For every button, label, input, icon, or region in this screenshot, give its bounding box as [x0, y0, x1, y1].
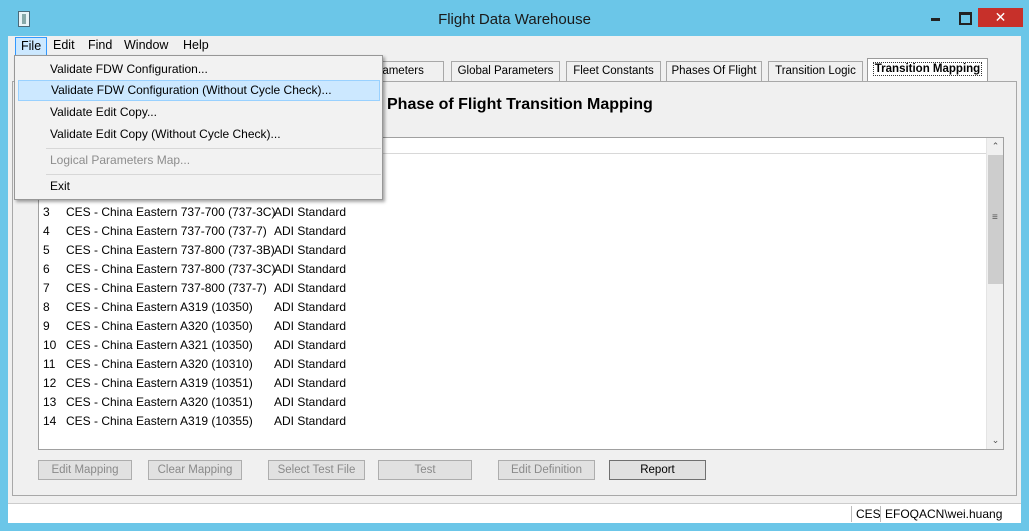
- menu-edit[interactable]: Edit: [48, 37, 80, 56]
- scroll-thumb[interactable]: ≡: [988, 155, 1003, 284]
- row-number: 3: [43, 205, 50, 219]
- row-fleet: CES - China Eastern 737-800 (737-3C): [66, 262, 276, 276]
- tab-phases-of-flight[interactable]: Phases Of Flight: [666, 61, 762, 81]
- test-button[interactable]: Test: [378, 460, 472, 480]
- status-user: EFOQACN\wei.huang: [885, 507, 1003, 521]
- select-test-file-button[interactable]: Select Test File: [268, 460, 365, 480]
- edit-mapping-button[interactable]: Edit Mapping: [38, 460, 132, 480]
- menu-item-validate-edit-copy[interactable]: Validate Edit Copy...: [18, 102, 380, 123]
- menu-window[interactable]: Window: [119, 37, 173, 56]
- status-divider: [851, 506, 852, 522]
- row-number: 4: [43, 224, 50, 238]
- tab-global-parameters[interactable]: Global Parameters: [451, 61, 560, 81]
- menu-item-validate-fdw-config[interactable]: Validate FDW Configuration...: [18, 59, 380, 80]
- row-number: 6: [43, 262, 50, 276]
- row-standard: ADI Standard: [274, 224, 347, 238]
- row-standard: ADI Standard: [274, 243, 347, 257]
- status-divider: [880, 506, 881, 522]
- window-title: Flight Data Warehouse: [438, 11, 591, 28]
- row-fleet: CES - China Eastern 737-700 (737-7): [66, 224, 267, 238]
- row-standard: ADI Standard: [274, 338, 347, 352]
- row-standard: ADI Standard: [274, 205, 347, 219]
- page-title: Phase of Flight Transition Mapping: [387, 96, 653, 113]
- menu-item-logical-parameters-map: Logical Parameters Map...: [50, 153, 191, 167]
- row-fleet: CES - China Eastern 737-700 (737-3C): [66, 205, 276, 219]
- row-standard: ADI Standard: [274, 300, 347, 314]
- row-standard: ADI Standard: [274, 414, 347, 428]
- row-standard: ADI Standard: [274, 376, 347, 390]
- row-fleet: CES - China Eastern 737-800 (737-7): [66, 281, 267, 295]
- menu-help[interactable]: Help: [178, 37, 214, 56]
- row-number: 11: [43, 357, 56, 371]
- row-fleet: CES - China Eastern A319 (10355): [66, 414, 253, 428]
- row-number: 8: [43, 300, 50, 314]
- menu-separator: [46, 148, 381, 149]
- row-number: 12: [43, 376, 57, 390]
- menu-item-exit[interactable]: Exit: [18, 176, 380, 197]
- row-fleet: CES - China Eastern A320 (10350): [66, 319, 253, 333]
- status-bar: CES EFOQACN\wei.huang: [8, 503, 1021, 523]
- row-number: 5: [43, 243, 50, 257]
- row-standard: ADI Standard: [274, 357, 347, 371]
- tab-transition-mapping-label: Transition Mapping: [872, 62, 983, 76]
- scroll-down-icon[interactable]: ⌄: [987, 432, 1003, 449]
- menu-find[interactable]: Find: [83, 37, 117, 56]
- tab-transition-mapping[interactable]: Transition Mapping: [867, 58, 988, 81]
- maximize-button[interactable]: [951, 8, 978, 27]
- row-fleet: CES - China Eastern A320 (10310): [66, 357, 253, 371]
- status-airline: CES: [856, 507, 881, 521]
- edit-definition-button[interactable]: Edit Definition: [498, 460, 595, 480]
- menu-bar: File Edit Find Window Help: [8, 36, 1021, 56]
- row-fleet: CES - China Eastern A319 (10351): [66, 376, 253, 390]
- menu-separator: [46, 174, 381, 175]
- row-fleet: CES - China Eastern 737-800 (737-3B): [66, 243, 275, 257]
- menu-file[interactable]: File: [15, 37, 48, 56]
- row-number: 13: [43, 395, 57, 409]
- row-number: 10: [43, 338, 57, 352]
- row-fleet: CES - China Eastern A320 (10351): [66, 395, 253, 409]
- menu-item-validate-fdw-config-no-cycle[interactable]: Validate FDW Configuration (Without Cycl…: [18, 80, 380, 101]
- row-number: 7: [43, 281, 50, 295]
- clear-mapping-button[interactable]: Clear Mapping: [148, 460, 242, 480]
- file-menu-dropdown: Validate FDW Configuration... Validate F…: [14, 55, 383, 200]
- scroll-up-icon[interactable]: ⌃: [987, 138, 1003, 155]
- menu-item-validate-edit-copy-no-cycle[interactable]: Validate Edit Copy (Without Cycle Check)…: [18, 124, 380, 145]
- row-standard: ADI Standard: [274, 262, 347, 276]
- tab-fleet-constants[interactable]: Fleet Constants: [566, 61, 661, 81]
- title-bar[interactable]: Flight Data Warehouse ✕: [0, 0, 1029, 36]
- minimize-button[interactable]: [920, 8, 951, 27]
- report-button[interactable]: Report: [609, 460, 706, 480]
- row-fleet: CES - China Eastern A321 (10350): [66, 338, 253, 352]
- row-standard: ADI Standard: [274, 319, 347, 333]
- row-number: 14: [43, 414, 57, 428]
- close-button[interactable]: ✕: [978, 8, 1023, 27]
- grip-icon: ≡: [992, 212, 998, 223]
- vertical-scrollbar[interactable]: ⌃ ≡ ⌄: [986, 138, 1003, 449]
- row-number: 9: [43, 319, 50, 333]
- row-standard: ADI Standard: [274, 395, 347, 409]
- app-window: Flight Data Warehouse ✕ File Edit Find W…: [0, 0, 1029, 531]
- row-fleet: CES - China Eastern A319 (10350): [66, 300, 253, 314]
- tab-transition-logic[interactable]: Transition Logic: [768, 61, 863, 81]
- row-standard: ADI Standard: [274, 281, 347, 295]
